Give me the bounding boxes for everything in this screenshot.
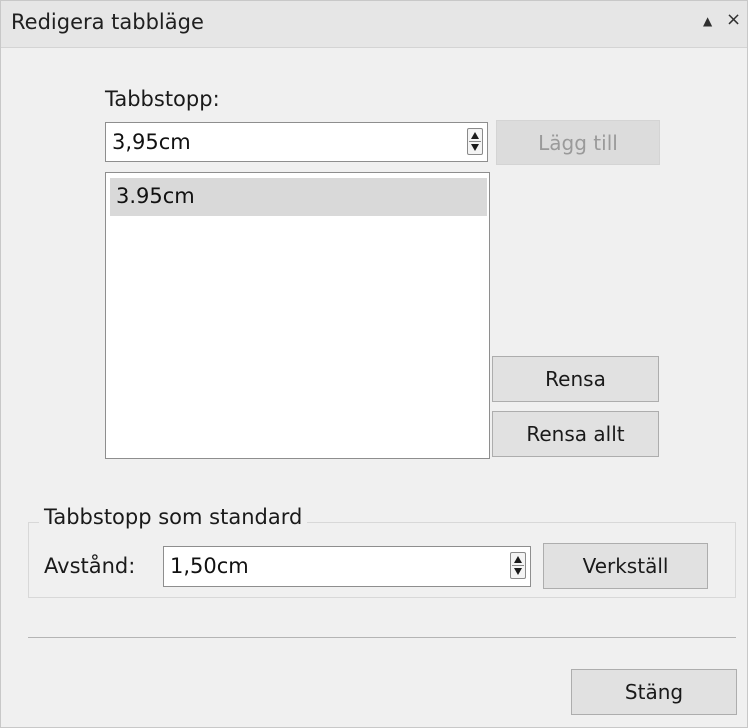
title-bar: Redigera tabbläge ▲ × xyxy=(1,1,747,48)
spinner-arrows-icon[interactable] xyxy=(467,128,483,155)
tab-stops-label: Tabbstopp: xyxy=(105,87,220,111)
clear-all-button[interactable]: Rensa allt xyxy=(492,411,659,457)
list-item[interactable]: 3.95cm xyxy=(110,178,487,216)
close-icon[interactable]: × xyxy=(726,9,741,30)
tab-stop-input[interactable] xyxy=(112,127,453,157)
tab-stop-spinbox[interactable] xyxy=(105,122,488,162)
add-tab-stop-button[interactable]: Lägg till xyxy=(496,120,660,165)
default-tab-stops-title: Tabbstopp som standard xyxy=(39,505,308,529)
panel-title: Redigera tabbläge xyxy=(11,10,204,34)
apply-button[interactable]: Verkställ xyxy=(543,543,708,589)
spacing-label: Avstånd: xyxy=(44,554,136,578)
divider xyxy=(28,637,736,638)
spin-separator xyxy=(512,565,524,566)
spin-down-icon[interactable] xyxy=(514,568,522,575)
close-button[interactable]: Stäng xyxy=(571,669,737,715)
edit-tab-position-panel: Redigera tabbläge ▲ × Tabbstopp: Lägg ti… xyxy=(0,0,748,728)
spacing-input[interactable] xyxy=(170,551,496,581)
spin-down-icon[interactable] xyxy=(471,144,479,151)
collapse-icon[interactable]: ▲ xyxy=(703,14,712,28)
clear-button[interactable]: Rensa xyxy=(492,356,659,402)
spacing-spinbox[interactable] xyxy=(163,546,531,587)
tab-stop-list[interactable]: 3.95cm xyxy=(105,172,490,459)
spin-up-icon[interactable] xyxy=(471,132,479,139)
spinner-arrows-icon[interactable] xyxy=(510,552,526,579)
spin-up-icon[interactable] xyxy=(514,556,522,563)
spin-separator xyxy=(469,141,481,142)
